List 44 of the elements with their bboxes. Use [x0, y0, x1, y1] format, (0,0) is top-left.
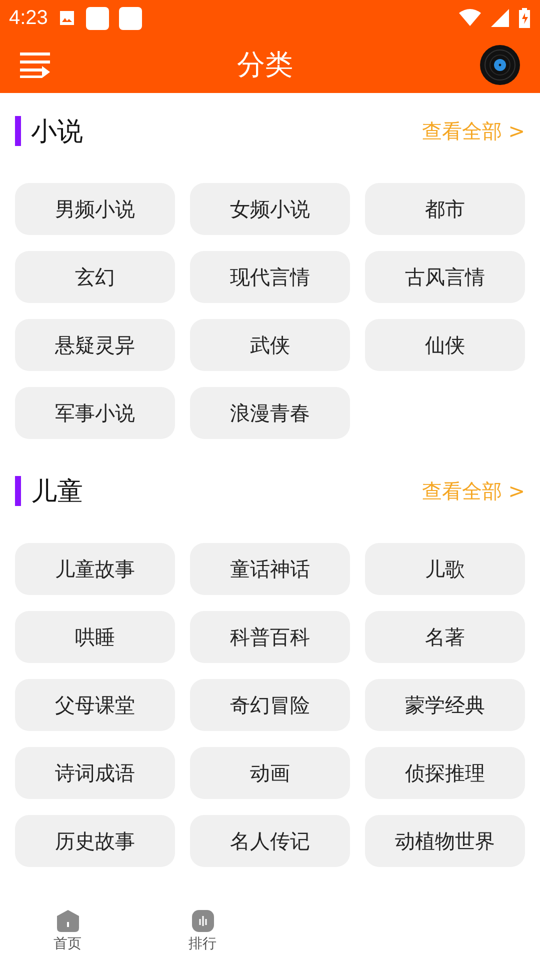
category-chip[interactable]: 仙侠 [365, 319, 525, 371]
category-chip[interactable]: 浪漫青春 [190, 387, 350, 439]
category-chip[interactable]: 诗词成语 [15, 747, 175, 799]
category-chip[interactable]: 奇幻冒险 [190, 679, 350, 731]
category-chip[interactable]: 童话神话 [190, 543, 350, 595]
section-title: 小说 [31, 116, 83, 148]
notification-icon [86, 6, 109, 30]
category-chip[interactable]: 现代言情 [190, 251, 350, 303]
category-chip[interactable]: 动植物世界 [365, 815, 525, 867]
category-chip[interactable]: 儿歌 [365, 543, 525, 595]
nav-label[interactable]: 排行 [188, 934, 216, 952]
accent-bar [15, 116, 21, 146]
category-chip[interactable]: 哄睡 [15, 611, 175, 663]
category-chip[interactable]: 历史故事 [15, 815, 175, 867]
nav-label[interactable]: 首页 [54, 934, 82, 952]
category-chip[interactable]: 名人传记 [190, 815, 350, 867]
category-chip[interactable]: 军事小说 [15, 387, 175, 439]
battery-icon [519, 8, 530, 28]
wifi-icon [459, 9, 481, 27]
category-chip[interactable]: 都市 [365, 183, 525, 235]
category-chip[interactable]: 侦探推理 [365, 747, 525, 799]
category-chip[interactable]: 蒙学经典 [365, 679, 525, 731]
vinyl-record-icon[interactable] [480, 44, 520, 84]
category-chip[interactable]: 儿童故事 [15, 543, 175, 595]
category-chip[interactable]: 科普百科 [190, 611, 350, 663]
signal-icon [491, 9, 509, 27]
category-chip[interactable]: 男频小说 [15, 183, 175, 235]
image-icon [58, 9, 76, 27]
page-title: 分类 [237, 46, 293, 82]
category-chip[interactable]: 古风言情 [365, 251, 525, 303]
chart-icon[interactable] [192, 910, 214, 932]
menu-icon[interactable] [20, 52, 50, 78]
category-chip[interactable]: 玄幻 [15, 251, 175, 303]
home-icon[interactable] [56, 910, 78, 932]
status-time: 4:23 [9, 6, 48, 30]
category-chip[interactable]: 动画 [190, 747, 350, 799]
category-chip[interactable]: 悬疑灵异 [15, 319, 175, 371]
accent-bar [15, 476, 21, 506]
category-chip[interactable]: 父母课堂 [15, 679, 175, 731]
category-chip[interactable]: 名著 [365, 611, 525, 663]
category-chip[interactable]: 女频小说 [190, 183, 350, 235]
section-title: 儿童 [31, 476, 83, 508]
notification-icon [118, 6, 142, 30]
category-chip[interactable]: 武侠 [190, 319, 350, 371]
